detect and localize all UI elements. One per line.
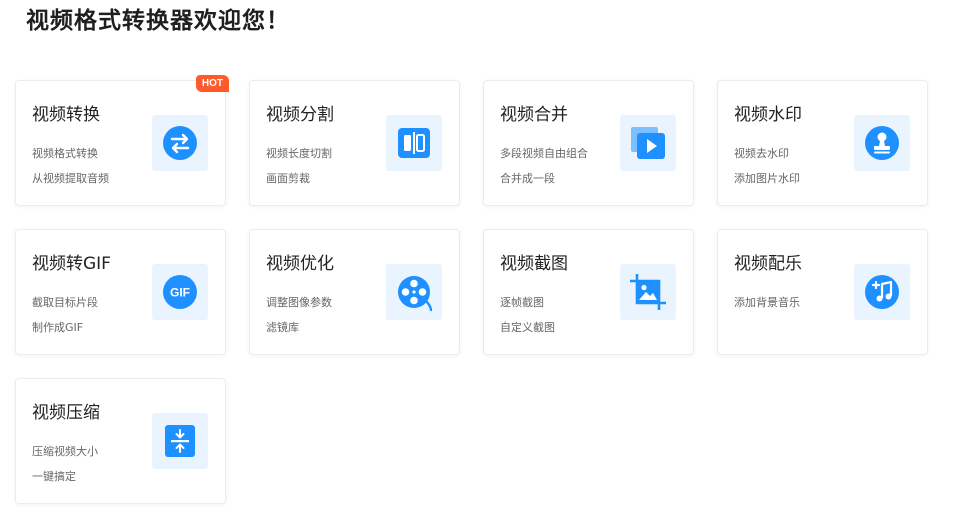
gif-icon-text: GIF xyxy=(170,286,190,300)
icon-tile xyxy=(152,115,208,171)
icon-tile xyxy=(386,264,442,320)
card-title: 视频压缩 xyxy=(32,403,100,423)
card-desc-line2: 合并成一段 xyxy=(500,172,555,185)
film-reel-icon xyxy=(398,276,433,312)
card-desc-line2: 添加图片水印 xyxy=(734,172,800,185)
feature-grid: 视频转换 视频格式转换 从视频提取音频 HOT 视频分割 视频长度切割 画面剪裁 xyxy=(15,75,930,504)
page-title: 视频格式转换器欢迎您！ xyxy=(26,8,290,34)
card-video-compress[interactable]: 视频压缩 压缩视频大小 一键搞定 xyxy=(15,378,226,504)
card-desc-line2: 滤镜库 xyxy=(266,321,299,334)
card-desc-line1: 多段视频自由组合 xyxy=(500,147,588,160)
card-title: 视频分割 xyxy=(266,105,334,125)
card-desc-line2: 一键搞定 xyxy=(32,470,76,483)
card-video-to-gif[interactable]: 视频转GIF 截取目标片段 制作成GIF GIF xyxy=(15,229,226,355)
card-title: 视频配乐 xyxy=(734,254,802,274)
gif-icon: GIF xyxy=(163,275,197,309)
card-desc-line1: 视频长度切割 xyxy=(266,147,332,160)
card-title: 视频转换 xyxy=(32,105,100,125)
card-desc-line1: 调整图像参数 xyxy=(266,296,332,309)
card-video-watermark[interactable]: 视频水印 视频去水印 添加图片水印 xyxy=(717,80,928,206)
card-desc-line2: 自定义截图 xyxy=(500,321,555,334)
card-desc-line1: 添加背景音乐 xyxy=(734,296,800,309)
watermark-stamp-icon xyxy=(865,126,899,160)
card-desc-line2: 制作成GIF xyxy=(32,321,84,334)
card-desc-line1: 压缩视频大小 xyxy=(32,445,98,458)
card-video-screenshot[interactable]: 视频截图 逐帧截图 自定义截图 xyxy=(483,229,694,355)
card-desc-line2: 画面剪裁 xyxy=(266,172,310,185)
card-desc-line1: 视频格式转换 xyxy=(32,147,98,160)
swap-arrows-icon xyxy=(163,126,197,160)
icon-tile xyxy=(854,264,910,320)
card-title: 视频合并 xyxy=(500,105,568,125)
icon-tile xyxy=(620,115,676,171)
icon-tile xyxy=(386,115,442,171)
hot-badge: HOT xyxy=(195,75,229,92)
card-desc-line1: 逐帧截图 xyxy=(500,296,544,309)
icon-tile: GIF xyxy=(152,264,208,320)
screenshot-crop-icon xyxy=(630,274,666,310)
icon-tile xyxy=(152,413,208,469)
card-title: 视频优化 xyxy=(266,254,334,274)
card-title: 视频截图 xyxy=(500,254,568,274)
video-merge-icon xyxy=(631,127,665,159)
card-video-split[interactable]: 视频分割 视频长度切割 画面剪裁 xyxy=(249,80,460,206)
split-icon xyxy=(398,128,430,158)
card-desc-line1: 视频去水印 xyxy=(734,147,789,160)
icon-tile xyxy=(854,115,910,171)
card-video-optimize[interactable]: 视频优化 调整图像参数 滤镜库 xyxy=(249,229,460,355)
music-add-icon xyxy=(865,275,899,309)
icon-tile xyxy=(620,264,676,320)
card-desc-line1: 截取目标片段 xyxy=(32,296,98,309)
card-title: 视频转GIF xyxy=(32,254,111,274)
card-video-music[interactable]: 视频配乐 添加背景音乐 xyxy=(717,229,928,355)
card-desc-line2: 从视频提取音频 xyxy=(32,172,109,185)
card-video-merge[interactable]: 视频合并 多段视频自由组合 合并成一段 xyxy=(483,80,694,206)
card-video-convert[interactable]: 视频转换 视频格式转换 从视频提取音频 HOT xyxy=(15,75,229,206)
card-title: 视频水印 xyxy=(734,105,802,125)
compress-icon xyxy=(165,425,195,457)
